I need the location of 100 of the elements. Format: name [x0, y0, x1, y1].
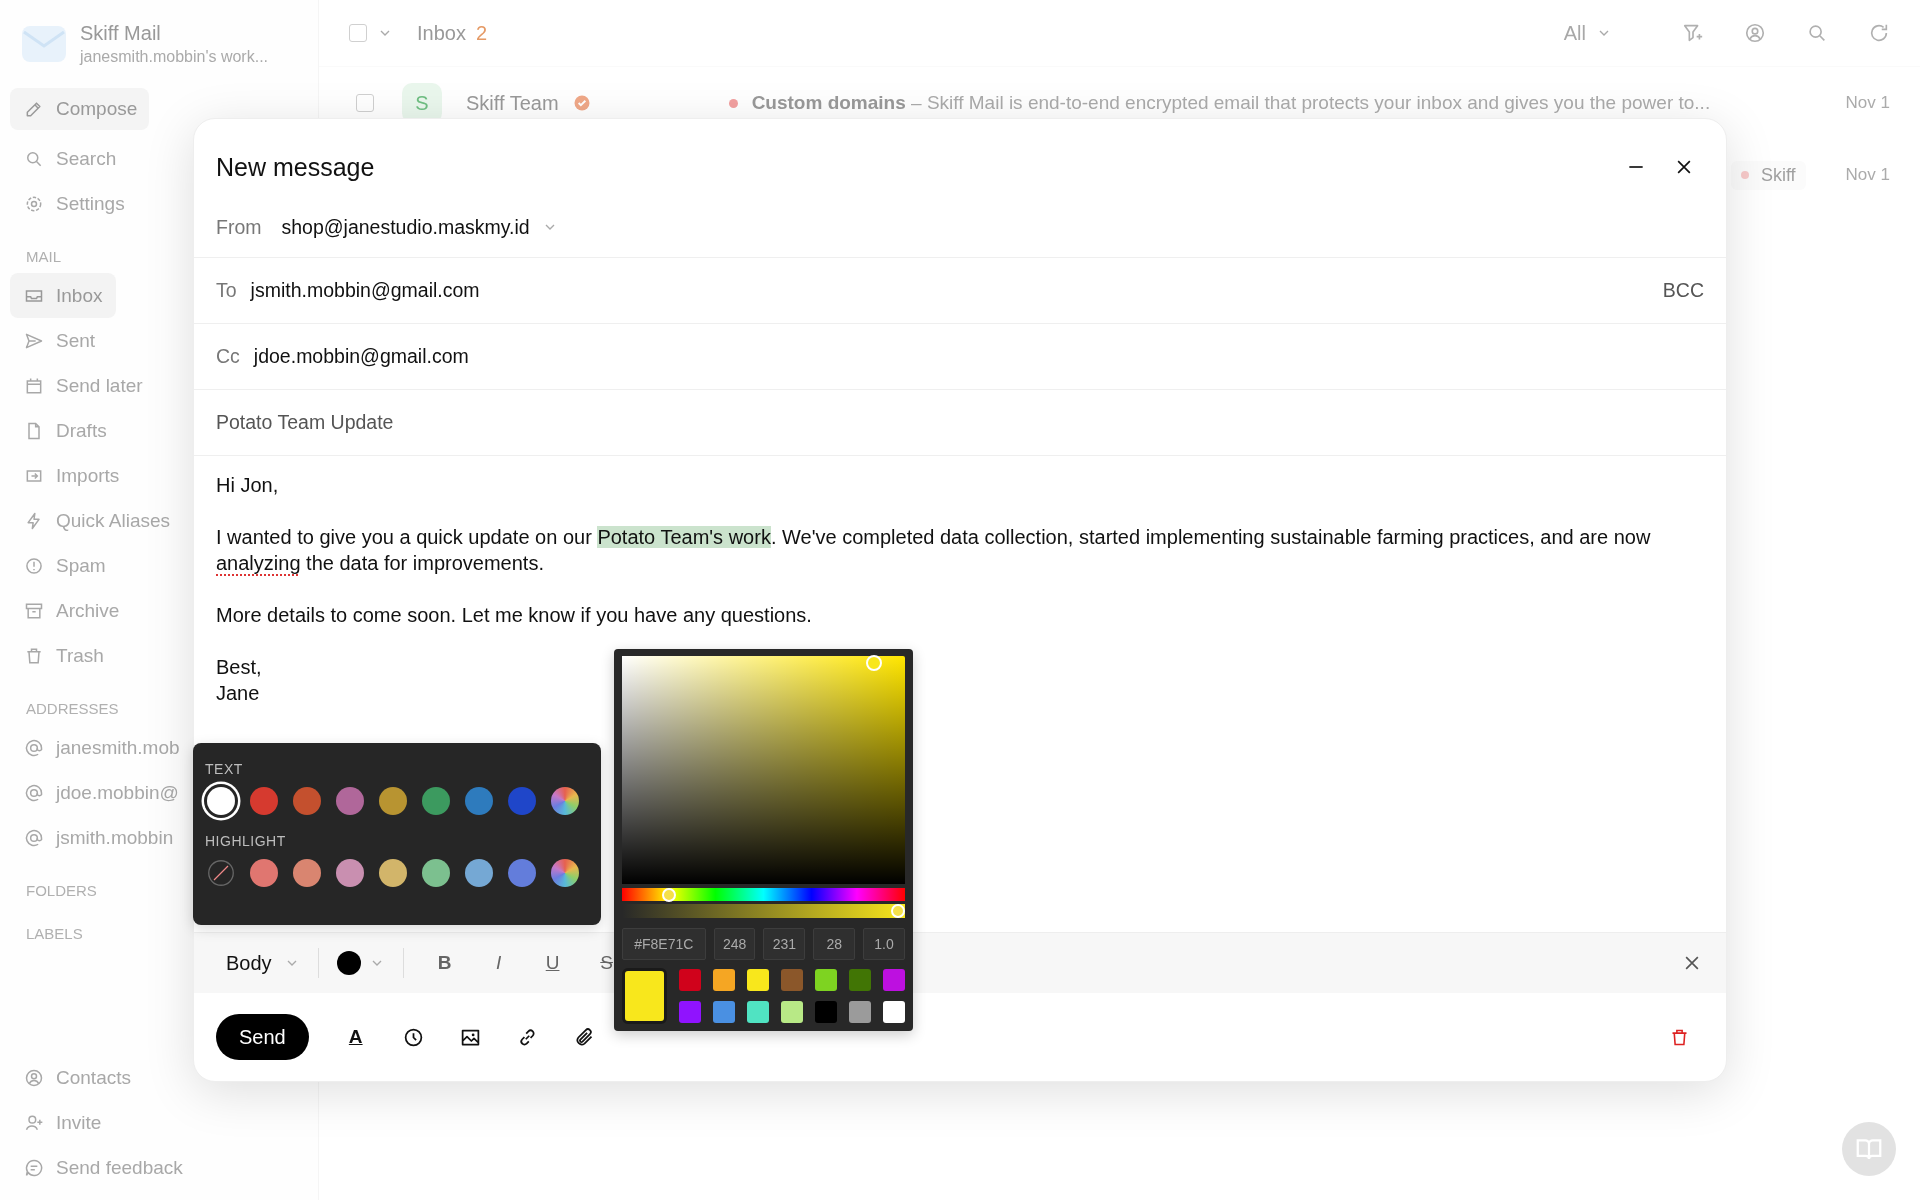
color-swatch[interactable] — [465, 787, 493, 815]
format-button[interactable]: B — [431, 952, 458, 974]
sidebar-item[interactable]: Spam — [10, 543, 120, 588]
checkbox[interactable] — [349, 24, 367, 42]
color-swatch[interactable] — [883, 1001, 905, 1023]
slider-handle[interactable] — [891, 904, 905, 919]
address-item[interactable]: jdoe.mobbin@ — [10, 770, 193, 815]
color-swatch[interactable] — [250, 859, 278, 887]
format-button[interactable]: I — [485, 952, 512, 974]
color-swatch[interactable] — [422, 787, 450, 815]
color-preview — [622, 968, 667, 1024]
message-date: Nov 1 — [1845, 93, 1890, 113]
filter-icon[interactable] — [1682, 22, 1704, 44]
at-sign-icon — [24, 827, 44, 848]
sidebar-item[interactable]: Sent — [10, 318, 110, 363]
color-swatch[interactable] — [713, 1001, 735, 1023]
color-swatch[interactable] — [815, 1001, 837, 1023]
at-sign-icon — [24, 737, 44, 758]
sidebar-item[interactable]: Archive — [10, 588, 134, 633]
cc-field[interactable]: jdoe.mobbin@gmail.com — [253, 345, 469, 368]
sidebar-item[interactable]: Drafts — [10, 408, 121, 453]
refresh-icon[interactable] — [1868, 22, 1890, 44]
message-date: Nov 1 — [1845, 165, 1890, 185]
sidebar-item[interactable]: Send later — [10, 363, 157, 408]
filter-dropdown[interactable]: All — [1547, 21, 1628, 45]
color-swatch[interactable] — [336, 787, 364, 815]
color-swatch[interactable] — [815, 969, 837, 991]
color-swatch[interactable] — [379, 859, 407, 887]
section-heading: MAIL — [26, 248, 61, 265]
slider-handle[interactable] — [662, 887, 677, 902]
sidebar-item[interactable]: Send feedback — [10, 1145, 197, 1190]
field-label: To — [216, 279, 237, 302]
color-swatch[interactable] — [849, 1001, 871, 1023]
sidebar-item[interactable]: Settings — [10, 181, 139, 226]
label-tag: Skiff — [1730, 160, 1806, 190]
address-item[interactable]: janesmith.mob — [10, 725, 194, 770]
color-swatch[interactable] — [713, 969, 735, 991]
sidebar-item[interactable]: Imports — [10, 453, 134, 498]
sidebar-item[interactable]: Search — [10, 136, 131, 181]
color-swatch[interactable] — [781, 969, 803, 991]
rgb-channel-field[interactable]: 248 — [713, 928, 756, 960]
section-heading: TEXT — [205, 761, 244, 777]
at-sign-icon — [24, 782, 44, 803]
rgb-channel-field[interactable]: 231 — [763, 928, 806, 960]
field-label: Cc — [216, 345, 240, 368]
sidebar-item[interactable]: Inbox — [10, 273, 117, 318]
color-swatch[interactable] — [747, 1001, 769, 1023]
color-swatch[interactable] — [293, 787, 321, 815]
message-preview[interactable]: Custom domains – Skiff Mail is end-to-end encrypted email that protects your inbox and gives you the power to... — [751, 92, 1806, 114]
bcc-button[interactable]: BCC — [1662, 279, 1704, 302]
send-button[interactable]: Send — [216, 1014, 309, 1060]
text-format-button[interactable]: A — [344, 1026, 367, 1048]
sidebar-item[interactable]: Contacts — [10, 1055, 145, 1100]
color-swatch[interactable] — [250, 787, 278, 815]
address-item[interactable]: jsmith.mobbin — [10, 815, 188, 860]
color-handle[interactable] — [866, 655, 883, 672]
search-icon[interactable] — [1806, 22, 1828, 44]
color-swatch[interactable] — [849, 969, 871, 991]
color-swatch[interactable] — [379, 787, 407, 815]
hex-field[interactable]: #F8E71C — [622, 928, 706, 960]
color-swatch[interactable] — [293, 859, 321, 887]
body-paragraph: More details to come soon. Let me know if you have any questions. — [216, 603, 812, 628]
sidebar-item[interactable]: Trash — [10, 633, 118, 678]
body-paragraph: I wanted to give you a quick update on our Potato Team's work. We've completed data collection, started implementing sustainable farming practices, and are now analyzing the data for improvements. — [216, 525, 1652, 576]
color-swatch[interactable] — [465, 859, 493, 887]
alpha-field[interactable]: 1.0 — [863, 928, 905, 960]
text-style-dropdown[interactable]: Body — [226, 951, 300, 975]
clock-icon[interactable] — [402, 1026, 424, 1048]
color-swatch[interactable] — [679, 969, 701, 991]
body-paragraph: Best, Jane — [216, 655, 262, 706]
color-swatch[interactable] — [679, 1001, 701, 1023]
section-heading: HIGHLIGHT — [205, 833, 287, 849]
rgb-channel-field[interactable]: 28 — [813, 928, 856, 960]
compose-button[interactable]: Compose — [10, 88, 150, 130]
format-button[interactable]: U — [539, 952, 566, 974]
color-swatch[interactable] — [336, 859, 364, 887]
checkbox[interactable] — [356, 94, 374, 112]
sender-dropdown[interactable]: shop@janestudio.maskmy.id — [281, 215, 558, 239]
body-paragraph: Hi Jon, — [216, 473, 279, 498]
sidebar-item[interactable]: Invite — [10, 1100, 116, 1145]
custom-color-swatch[interactable] — [551, 859, 579, 887]
sidebar-item[interactable]: Quick Aliases — [10, 498, 185, 543]
account-icon[interactable] — [1744, 22, 1766, 44]
color-swatch[interactable] — [883, 969, 905, 991]
contacts-icon — [24, 1067, 44, 1088]
field-label: From — [216, 215, 262, 239]
color-swatch[interactable] — [508, 859, 536, 887]
recipient-field[interactable]: jsmith.mobbin@gmail.com — [250, 279, 480, 302]
color-swatch[interactable] — [508, 787, 536, 815]
saturation-area[interactable] — [622, 656, 905, 884]
no-color-icon[interactable] — [207, 859, 235, 887]
format-button[interactable]: S — [593, 952, 620, 974]
hue-slider[interactable] — [622, 887, 905, 902]
color-swatch[interactable] — [747, 969, 769, 991]
subject-field[interactable]: Potato Team Update — [216, 411, 394, 434]
custom-color-swatch[interactable] — [551, 787, 579, 815]
section-heading: FOLDERS — [26, 882, 97, 899]
color-swatch[interactable] — [781, 1001, 803, 1023]
paperclip-icon[interactable] — [573, 1026, 595, 1048]
color-swatch[interactable] — [422, 859, 450, 887]
